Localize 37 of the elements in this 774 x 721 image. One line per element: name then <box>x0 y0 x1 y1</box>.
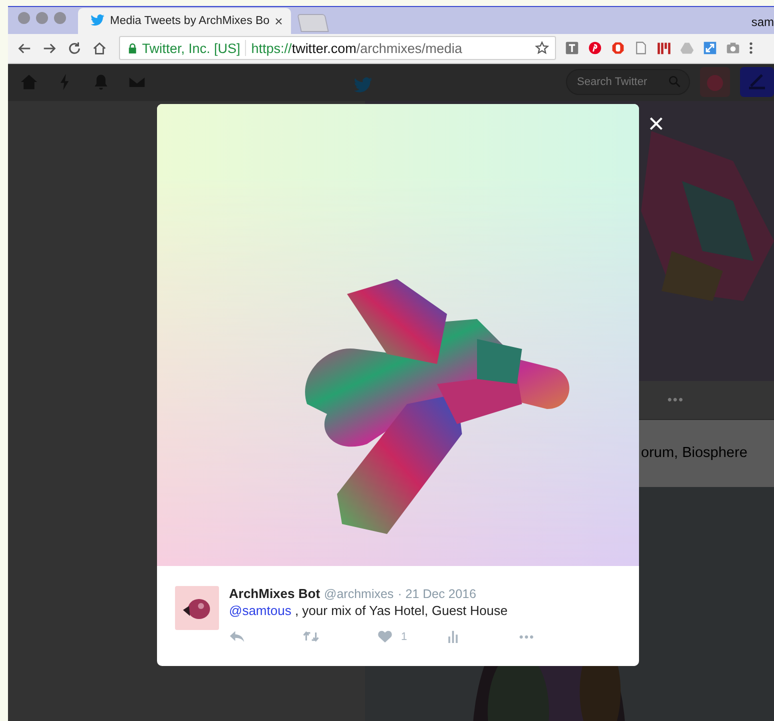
profile-name[interactable]: sam <box>751 15 774 29</box>
bird-icon <box>90 14 105 28</box>
document-icon[interactable] <box>634 41 648 56</box>
bird-icon[interactable] <box>353 76 373 94</box>
new-tab-button[interactable] <box>296 14 329 32</box>
reply-icon[interactable] <box>229 630 245 644</box>
tab-title: Media Tweets by ArchMixes Bo <box>110 14 270 27</box>
site-identity: Twitter, Inc. [US] <box>142 40 240 56</box>
close-window-button[interactable] <box>18 12 30 24</box>
home-icon[interactable] <box>92 40 107 56</box>
author-name[interactable]: ArchMixes Bot <box>229 586 320 601</box>
tweet-text: @samtous , your mix of Yas Hotel, Guest House <box>229 602 509 618</box>
tweet-text: orum, Biosphere <box>641 445 748 462</box>
expand-icon[interactable] <box>703 41 717 56</box>
compose-button[interactable] <box>740 67 774 98</box>
close-tab-button[interactable]: × <box>274 12 283 29</box>
camera-icon[interactable] <box>726 41 740 56</box>
address-bar[interactable]: Twitter, Inc. [US] https://twitter.com/archmixes/media <box>119 36 556 60</box>
heart-icon[interactable] <box>377 630 393 644</box>
mention-link[interactable]: @samtous <box>229 602 292 618</box>
retweet-icon[interactable] <box>303 630 319 644</box>
reload-icon[interactable] <box>67 40 82 56</box>
pin-extension-icon[interactable] <box>588 41 602 56</box>
star-icon[interactable] <box>535 41 549 56</box>
bell-icon[interactable] <box>92 73 110 92</box>
maximize-window-button[interactable] <box>54 12 66 24</box>
menu-icon[interactable] <box>749 41 753 56</box>
url-text: https://twitter.com/archmixes/media <box>251 40 464 56</box>
minimize-window-button[interactable] <box>36 12 48 24</box>
like-count: 1 <box>401 630 408 643</box>
lock-icon <box>128 42 137 54</box>
browser-tab[interactable]: Media Tweets by ArchMixes Bo × <box>78 8 291 34</box>
avatar <box>175 586 219 630</box>
search-field[interactable]: Search Twitter <box>566 69 690 96</box>
bars-icon[interactable] <box>657 41 671 56</box>
extension-icon[interactable] <box>565 41 579 56</box>
avatar[interactable] <box>700 67 730 98</box>
